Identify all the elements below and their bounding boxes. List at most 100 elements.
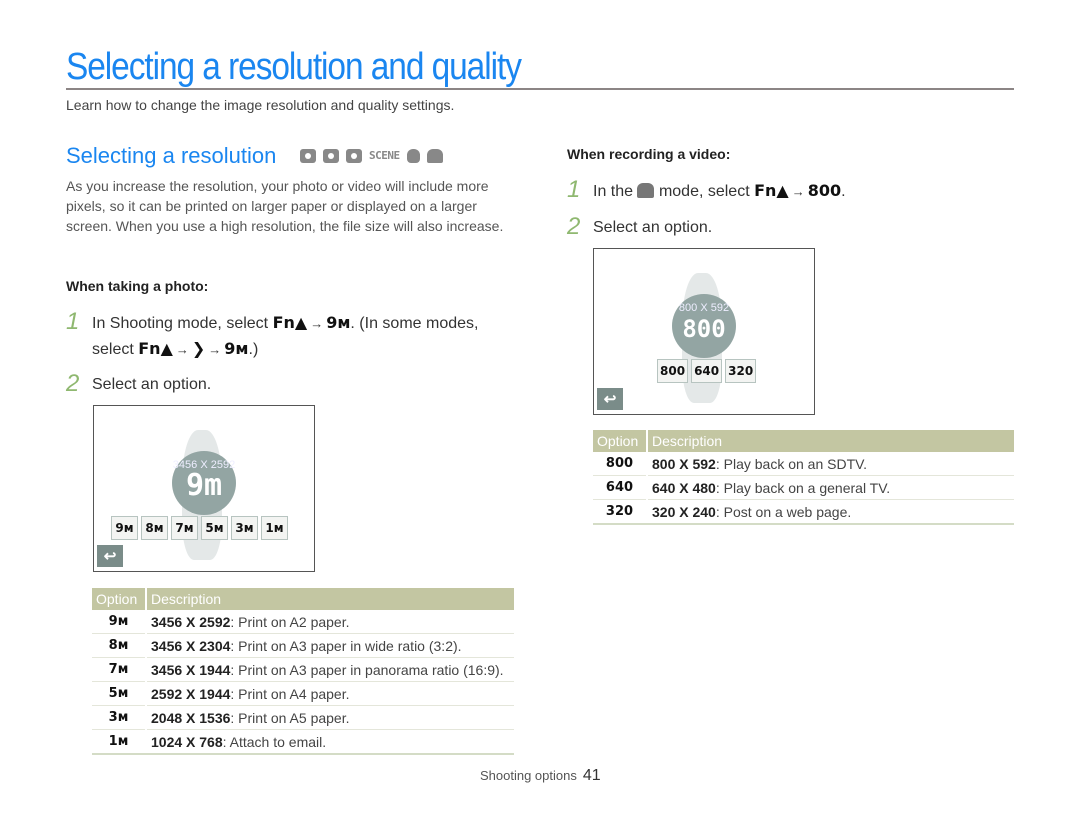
table-row: 800 800 X 592: Play back on an SDTV. [593,452,1014,476]
section-title: Selecting a resolution [66,143,277,168]
table-row: 3м 2048 X 1536: Print on A5 paper. [92,705,514,730]
option-icon: 5м [92,681,147,706]
next-icon: ❯ [191,339,206,358]
arrow: → [175,342,189,357]
option-3m[interactable]: 3м [231,516,258,540]
page-subtitle: Learn how to change the image resolution… [66,97,455,113]
intro-paragraph: As you increase the resolution, your pho… [66,178,504,234]
step-number: 1 [567,176,581,203]
footer-section: Shooting options [480,768,577,783]
dual-is-icon [406,149,420,163]
photo-heading: When taking a photo: [66,278,209,294]
resolution-value: 2592 X 1944 [151,685,231,702]
option-800[interactable]: 800 [657,359,689,383]
option-icon: 1м [92,729,147,755]
header-description: Description [146,588,514,610]
resolution-value: 3456 X 2592 [151,613,231,630]
photo-options-table: Option Description 9м 3456 X 2592: Print … [92,588,514,755]
option-5m[interactable]: 5м [201,516,228,540]
video-step-2: 2 Select an option. [567,215,712,240]
800-icon: 800 [807,181,842,200]
resolution-value: 1024 X 768 [151,733,223,750]
option-description: 320 X 240: Post on a web page. [647,499,1014,525]
back-icon[interactable]: ↩ [597,388,623,410]
9m-icon: 9м [326,313,351,332]
arrow: → [791,184,805,199]
title-rule [66,88,1014,90]
option-description: 3456 X 2304: Print on A3 paper in wide r… [146,633,514,658]
step-text-b: . (In some modes, [350,315,479,332]
video-heading: When recording a video: [567,146,731,162]
movie-mode-icon [637,183,655,198]
option-icon: 9м [92,610,147,634]
video-options-bar: 800 640 320 [657,359,757,383]
photo-step-2: 2 Select an option. [66,372,211,397]
description-text: : Print on A5 paper. [230,709,350,726]
step-number: 2 [567,213,581,240]
resolution-value: 320 X 240 [652,503,716,520]
step-number: 1 [66,308,80,335]
video-step-1: 1 In the mode, select Fn▲ → 800. [567,178,846,204]
photo-camera-screen: 3456 X 2592 9m 9м 8м 7м 5м 3м 1м ↩ [93,405,315,572]
mode-icons: SCENE [300,149,443,163]
table-row: 8м 3456 X 2304: Print on A3 paper in wide… [92,633,514,658]
table-row: 9м 3456 X 2592: Print on A2 paper. [92,610,514,634]
description-text: : Attach to email. [222,733,327,750]
program-icon [346,149,362,163]
option-icon: 7м [92,657,147,682]
photo-step-1: 1 In Shooting mode, select Fn▲ → 9м. (In s… [66,310,516,362]
option-320[interactable]: 320 [725,359,757,383]
description-text: : Print on A3 paper in wide ratio (3:2). [230,637,462,654]
option-description: 2048 X 1536: Print on A5 paper. [146,705,514,730]
option-icon: 320 [593,499,648,525]
resolution-circle: 800 X 592 800 [672,294,736,358]
header-option: Option [92,588,147,610]
resolution-big-label: 800 [682,315,726,343]
resolution-value: 2048 X 1536 [151,709,231,726]
option-icon: 800 [593,452,648,476]
fn-key-icon: Fn▲ [138,339,173,358]
arrow: → [310,316,324,331]
step-text-a: In the [593,183,634,200]
table-row: 1м 1024 X 768: Attach to email. [92,729,514,755]
video-options-table: Option Description 800 800 X 592: Play ba… [593,430,1014,525]
option-640[interactable]: 640 [691,359,723,383]
resolution-label: 800 X 592 [678,302,730,314]
step-text-c: . [841,183,846,200]
option-8m[interactable]: 8м [141,516,168,540]
smart-auto-icon [300,149,316,163]
resolution-value: 3456 X 2304 [151,637,231,654]
step-text-a: In Shooting mode, select [92,315,269,332]
option-1m[interactable]: 1м [261,516,288,540]
step-number: 2 [66,370,80,397]
resolution-circle: 3456 X 2592 9m [172,451,236,515]
step-text: Select an option. [92,376,212,393]
table-row: 5м 2592 X 1944: Print on A4 paper. [92,681,514,706]
scene-icon: SCENE [369,149,400,162]
option-7m[interactable]: 7м [171,516,198,540]
table-row: 7м 3456 X 1944: Print on A3 paper in pano… [92,657,514,682]
header-option: Option [593,430,648,452]
description-text: : Play back on an SDTV. [715,455,868,472]
page-number: 41 [582,767,601,784]
resolution-value: 3456 X 1944 [151,661,231,678]
video-camera-screen: 800 X 592 800 800 640 320 ↩ [593,248,815,415]
step-text: Select an option. [593,219,713,236]
option-description: 640 X 480: Play back on a general TV. [647,475,1014,500]
page-footer: Shooting options 41 [480,767,601,785]
table-row: 640 640 X 480: Play back on a general TV. [593,475,1014,500]
camera-auto-icon [323,149,339,163]
table-row: 320 320 X 240: Post on a web page. [593,499,1014,525]
description-text: : Print on A4 paper. [230,685,350,702]
step-text: In the mode, select Fn▲ → 800. [593,178,846,204]
option-9m[interactable]: 9м [111,516,138,540]
description-text: : Print on A2 paper. [230,613,350,630]
option-description: 1024 X 768: Attach to email. [146,729,514,755]
page-title: Selecting a resolution and quality [66,46,522,88]
photo-options-bar: 9м 8м 7м 5м 3м 1м [111,516,288,540]
step-text-b: mode, select [658,183,750,200]
option-icon: 8м [92,633,147,658]
back-icon[interactable]: ↩ [97,545,123,567]
step-text-c: select [92,341,134,358]
step-text: In Shooting mode, select Fn▲ → 9м. (In som… [92,310,478,362]
